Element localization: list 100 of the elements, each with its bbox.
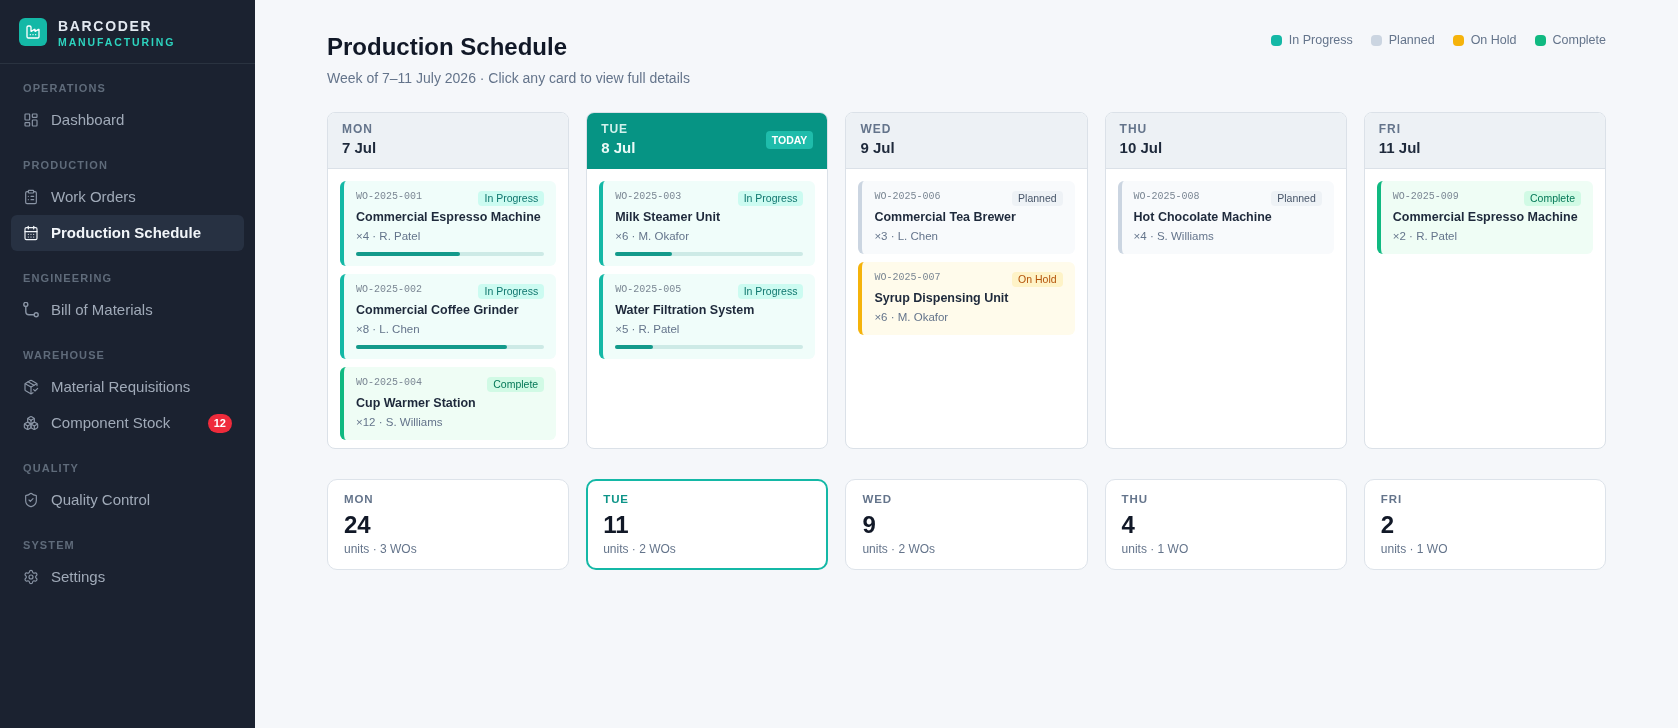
order-meta: ×6 · M. Okafor bbox=[874, 310, 950, 325]
status-badge: In Progress bbox=[737, 284, 804, 299]
settings-icon bbox=[23, 569, 39, 585]
package-check-icon bbox=[23, 379, 39, 395]
legend-label: Planned bbox=[1388, 32, 1435, 48]
page-subtitle: Week of 7–11 July 2026 · Click any card to view full details bbox=[327, 69, 690, 88]
day-label: WED bbox=[860, 122, 893, 136]
date-label: 8 Jul bbox=[601, 138, 636, 158]
summary-detail: units · 2 WOs bbox=[603, 541, 677, 557]
day-label: FRI bbox=[1378, 122, 1402, 136]
brand-name: BARCODER bbox=[58, 16, 154, 35]
work-order-card[interactable]: WO-2025-006 Planned Commercial Tea Brewer ×3 · L. Chen bbox=[858, 181, 1075, 254]
status-badge: In Progress bbox=[478, 191, 545, 206]
order-id: WO-2025-004 bbox=[356, 377, 422, 389]
section-label: ENGINEERING bbox=[22, 271, 114, 285]
work-order-card[interactable]: WO-2025-003 In Progress Milk Steamer Unit ×6 · M. Okafor bbox=[599, 181, 816, 266]
order-meta: ×3 · L. Chen bbox=[874, 229, 939, 244]
nav-item[interactable]: Quality Control bbox=[11, 482, 244, 518]
nav-item[interactable]: Dashboard bbox=[11, 102, 244, 138]
section-label: PRODUCTION bbox=[22, 158, 109, 172]
calendar-icon bbox=[23, 225, 39, 241]
section-label: OPERATIONS bbox=[22, 81, 107, 95]
summary-units: 9 bbox=[862, 511, 877, 539]
status-badge: On Hold bbox=[1012, 272, 1063, 287]
order-id: WO-2025-003 bbox=[615, 191, 682, 203]
day-label: THU bbox=[1119, 122, 1149, 136]
work-order-card[interactable]: WO-2025-008 Planned Hot Chocolate Machine ×4 · S. Williams bbox=[1117, 181, 1334, 254]
today-badge: TODAY bbox=[765, 131, 814, 149]
section-label: QUALITY bbox=[22, 461, 80, 475]
day-label: TUE bbox=[601, 122, 630, 136]
order-meta: ×5 · R. Patel bbox=[615, 322, 681, 337]
order-meta: ×12 · S. Williams bbox=[356, 415, 444, 430]
work-order-card[interactable]: WO-2025-002 In Progress Commercial Coffee Grinder ×8 · L. Chen bbox=[340, 274, 557, 359]
section-label: SYSTEM bbox=[22, 538, 76, 552]
nav-item[interactable]: Settings bbox=[11, 559, 244, 595]
summary-day: THU bbox=[1121, 492, 1330, 506]
nav-item[interactable]: Component Stock 12 bbox=[11, 405, 244, 441]
order-meta: ×8 · L. Chen bbox=[356, 322, 421, 337]
summary-units: 11 bbox=[603, 511, 630, 539]
date-label: 10 Jul bbox=[1119, 138, 1163, 158]
order-id: WO-2025-002 bbox=[356, 284, 422, 296]
summary-day: TUE bbox=[603, 492, 812, 506]
shield-check-icon bbox=[23, 492, 39, 508]
summary-units: 2 bbox=[1380, 511, 1396, 539]
legend-label: On Hold bbox=[1470, 32, 1517, 48]
order-title: Commercial Espresso Machine bbox=[356, 209, 542, 226]
order-meta: ×4 · S. Williams bbox=[1133, 229, 1215, 244]
date-label: 9 Jul bbox=[860, 138, 895, 158]
legend-label: In Progress bbox=[1288, 32, 1353, 48]
order-id: WO-2025-009 bbox=[1392, 191, 1459, 203]
order-title: Cup Warmer Station bbox=[356, 395, 477, 412]
order-title: Commercial Tea Brewer bbox=[874, 209, 1017, 226]
day-label: MON bbox=[342, 122, 374, 136]
order-meta: ×6 · M. Okafor bbox=[615, 229, 690, 244]
nav-item[interactable]: Production Schedule bbox=[11, 215, 244, 251]
work-order-card[interactable]: WO-2025-007 On Hold Syrup Dispensing Unit ×6 · M. Okafor bbox=[858, 262, 1075, 335]
summary-day: WED bbox=[862, 492, 1071, 506]
order-meta: ×2 · R. Patel bbox=[1392, 229, 1459, 244]
order-id: WO-2025-006 bbox=[874, 191, 941, 203]
summary-day: MON bbox=[344, 492, 553, 506]
section-label: WAREHOUSE bbox=[22, 348, 107, 362]
status-badge: In Progress bbox=[478, 284, 545, 299]
nav-item[interactable]: Work Orders bbox=[11, 179, 244, 215]
status-badge: In Progress bbox=[737, 191, 804, 206]
work-order-card[interactable]: WO-2025-001 In Progress Commercial Espresso Machine ×4 · R. Patel bbox=[340, 181, 557, 266]
status-badge: Planned bbox=[1271, 191, 1322, 206]
work-order-card[interactable]: WO-2025-009 Complete Commercial Espresso Machine ×2 · R. Patel bbox=[1376, 181, 1593, 254]
summary-units: 24 bbox=[344, 511, 372, 539]
order-id: WO-2025-005 bbox=[615, 284, 682, 296]
legend-label: Complete bbox=[1552, 32, 1606, 48]
dashboard-grid-icon bbox=[23, 112, 39, 128]
count-badge: 12 bbox=[207, 413, 232, 433]
order-id: WO-2025-008 bbox=[1133, 191, 1200, 203]
work-order-card[interactable]: WO-2025-005 In Progress Water Filtration System ×5 · R. Patel bbox=[599, 274, 816, 359]
order-meta: ×4 · R. Patel bbox=[356, 229, 422, 244]
order-id: WO-2025-007 bbox=[874, 272, 941, 284]
status-badge: Complete bbox=[1524, 191, 1581, 206]
order-title: Syrup Dispensing Unit bbox=[874, 290, 1010, 307]
node-path-icon bbox=[23, 302, 39, 318]
summary-detail: units · 1 WO bbox=[1121, 541, 1190, 557]
summary-detail: units · 2 WOs bbox=[862, 541, 937, 557]
nav-item[interactable]: Bill of Materials bbox=[11, 292, 244, 328]
date-label: 7 Jul bbox=[342, 138, 377, 158]
summary-units: 4 bbox=[1121, 511, 1136, 539]
order-title: Milk Steamer Unit bbox=[615, 209, 722, 226]
clipboard-icon bbox=[23, 189, 39, 205]
order-id: WO-2025-001 bbox=[356, 191, 422, 203]
order-title: Hot Chocolate Machine bbox=[1133, 209, 1273, 226]
summary-day: FRI bbox=[1380, 492, 1589, 506]
work-order-card[interactable]: WO-2025-004 Complete Cup Warmer Station ×12 · S. Williams bbox=[340, 367, 557, 440]
brand-tagline: MANUFACTURING bbox=[58, 34, 176, 49]
factory-logo-icon bbox=[19, 17, 47, 46]
order-title: Commercial Coffee Grinder bbox=[356, 302, 520, 319]
date-label: 11 Jul bbox=[1378, 138, 1421, 158]
boxes-icon bbox=[23, 415, 39, 431]
summary-detail: units · 1 WO bbox=[1380, 541, 1449, 557]
order-title: Water Filtration System bbox=[615, 302, 756, 319]
status-badge: Planned bbox=[1012, 191, 1063, 206]
nav-item[interactable]: Material Requisitions bbox=[11, 369, 244, 405]
summary-detail: units · 3 WOs bbox=[344, 541, 418, 557]
